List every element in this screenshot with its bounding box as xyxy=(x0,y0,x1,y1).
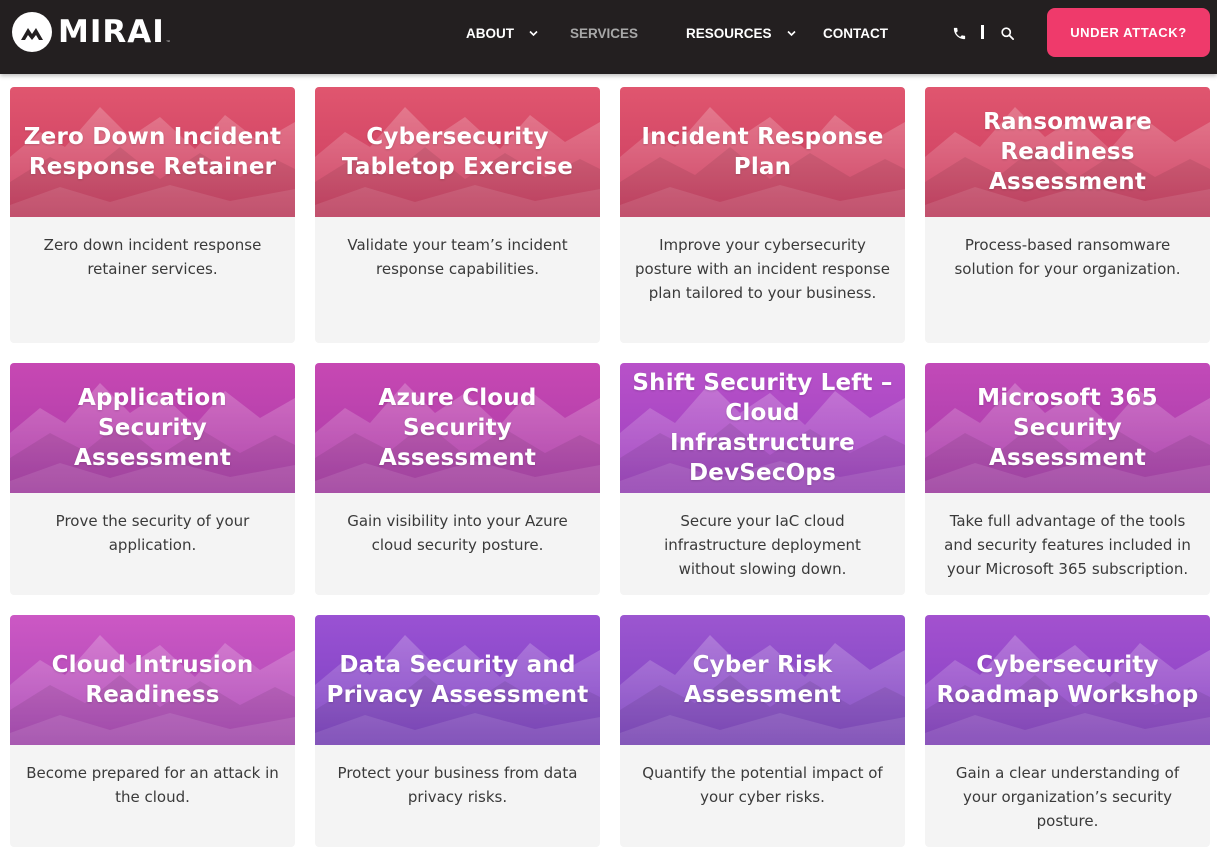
service-card-description: Protect your business from data privacy … xyxy=(337,764,578,806)
service-card-description: Become prepared for an attack in the clo… xyxy=(26,764,279,806)
service-card-image: Zero Down Incident Response Retainer xyxy=(10,87,295,217)
service-card-image: Cybersecurity Roadmap Workshop xyxy=(925,615,1210,745)
mirai-logo[interactable]: MIRAI ™ xyxy=(12,12,171,52)
service-card[interactable]: Azure Cloud Security Assessment Gain visi… xyxy=(315,363,600,595)
logo-trademark: ™ xyxy=(165,40,171,46)
service-card-image: Cloud Intrusion Readiness xyxy=(10,615,295,745)
service-card-image: Data Security and Privacy Assessment xyxy=(315,615,600,745)
search-icon[interactable] xyxy=(998,24,1016,42)
nav-about-label: ABOUT xyxy=(466,25,514,41)
service-card-image: Shift Security Left – Cloud Infrastructu… xyxy=(620,363,905,493)
service-card-title: Zero Down Incident Response Retainer xyxy=(23,124,282,180)
service-card-title: Data Security and Privacy Assessment xyxy=(326,652,589,708)
nav-contact-label: CONTACT xyxy=(823,25,888,41)
nav-resources-label: RESOURCES xyxy=(686,25,772,41)
nav-services-label: SERVICES xyxy=(570,25,639,41)
nav-about[interactable]: ABOUT xyxy=(466,25,539,41)
service-card-description: Improve your cybersecurity posture with … xyxy=(635,236,890,302)
service-card-title: Cybersecurity Tabletop Exercise xyxy=(341,124,574,180)
service-card-description: Validate your team’s incident response c… xyxy=(347,236,568,278)
service-card-image: Ransomware Readiness Assessment xyxy=(925,87,1210,217)
mirai-logo-icon xyxy=(12,12,52,52)
service-card-description: Gain a clear understanding of your organ… xyxy=(955,764,1180,830)
service-card-title: Incident Response Plan xyxy=(641,124,884,180)
nav-contact[interactable]: CONTACT xyxy=(823,25,888,41)
site-header: MIRAI ™ ABOUT SERVICES RESOURCES CONTACT… xyxy=(0,0,1217,74)
chevron-down-icon xyxy=(528,28,539,39)
service-card-image: Incident Response Plan xyxy=(620,87,905,217)
service-card-description: Zero down incident response retainer ser… xyxy=(43,236,262,278)
phone-icon[interactable] xyxy=(950,24,968,42)
service-card-description: Prove the security of your application. xyxy=(55,512,250,554)
service-card-title: Ransomware Readiness Assessment xyxy=(983,109,1152,195)
service-card[interactable]: Data Security and Privacy Assessment Prot… xyxy=(315,615,600,847)
service-card-image: Cybersecurity Tabletop Exercise xyxy=(315,87,600,217)
under-attack-button[interactable]: UNDER ATTACK? xyxy=(1047,8,1210,57)
service-card[interactable]: Zero Down Incident Response Retainer Zero… xyxy=(10,87,295,343)
service-card-description: Quantify the potential impact of your cy… xyxy=(642,764,883,806)
service-card[interactable]: Application Security Assessment Prove the… xyxy=(10,363,295,595)
service-card-title: Microsoft 365 Security Assessment xyxy=(977,385,1158,471)
service-card-description: Process-based ransomware solution for yo… xyxy=(954,236,1181,278)
service-card-title: Shift Security Left – Cloud Infrastructu… xyxy=(632,370,893,486)
service-card[interactable]: Cyber Risk Assessment Quantify the potent… xyxy=(620,615,905,847)
nav-resources[interactable]: RESOURCES xyxy=(686,25,797,41)
service-card[interactable]: Shift Security Left – Cloud Infrastructu… xyxy=(620,363,905,595)
logo-wordmark: MIRAI xyxy=(58,14,165,50)
service-card-title: Cybersecurity Roadmap Workshop xyxy=(936,652,1199,708)
nav-separator xyxy=(981,25,984,39)
service-card-title: Cyber Risk Assessment xyxy=(683,652,842,708)
service-card[interactable]: Incident Response Plan Improve your cyber… xyxy=(620,87,905,343)
service-card[interactable]: Microsoft 365 Security Assessment Take fu… xyxy=(925,363,1210,595)
service-card-description: Secure your IaC cloud infrastructure dep… xyxy=(664,512,861,578)
service-card[interactable]: Cloud Intrusion Readiness Become prepared… xyxy=(10,615,295,847)
service-card-image: Azure Cloud Security Assessment xyxy=(315,363,600,493)
service-card[interactable]: Cybersecurity Roadmap Workshop Gain a cle… xyxy=(925,615,1210,847)
service-card-image: Application Security Assessment xyxy=(10,363,295,493)
service-card-title: Cloud Intrusion Readiness xyxy=(51,652,254,708)
service-card-image: Microsoft 365 Security Assessment xyxy=(925,363,1210,493)
service-card-image: Cyber Risk Assessment xyxy=(620,615,905,745)
service-card-title: Azure Cloud Security Assessment xyxy=(378,385,537,471)
service-card-title: Application Security Assessment xyxy=(73,385,232,471)
nav-services[interactable]: SERVICES xyxy=(570,25,638,41)
service-card-description: Gain visibility into your Azure cloud se… xyxy=(347,512,568,554)
chevron-down-icon xyxy=(786,28,797,39)
service-card-description: Take full advantage of the tools and sec… xyxy=(944,512,1191,578)
service-card[interactable]: Ransomware Readiness Assessment Process-b… xyxy=(925,87,1210,343)
service-card[interactable]: Cybersecurity Tabletop Exercise Validate … xyxy=(315,87,600,343)
